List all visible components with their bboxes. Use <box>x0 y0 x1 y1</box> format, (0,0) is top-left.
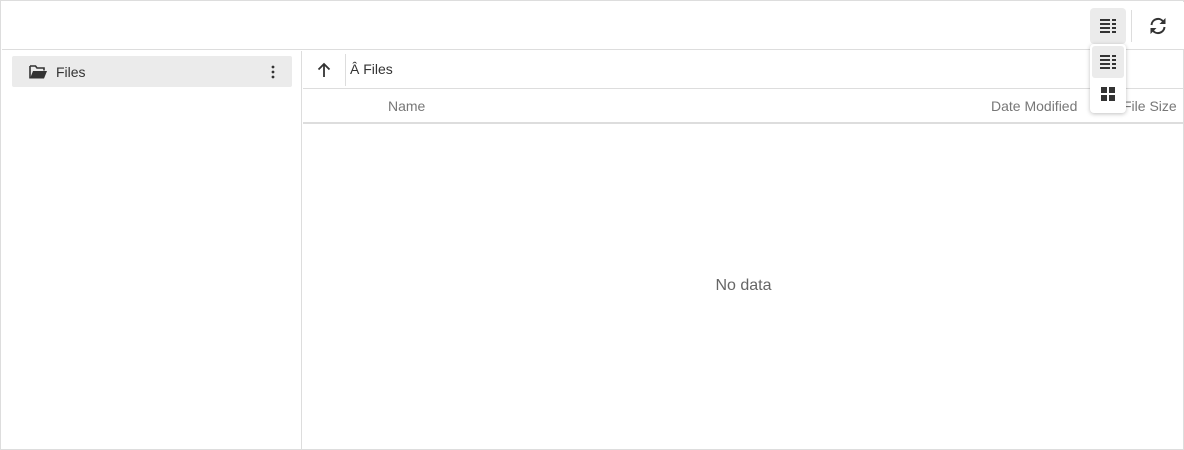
folder-open-icon <box>29 64 48 80</box>
column-date-modified[interactable]: Date Modified <box>991 98 1077 114</box>
file-manager: Files Â Files Name Date Modified File Si… <box>0 0 1184 450</box>
breadcrumb-path[interactable]: Â Files <box>350 61 393 77</box>
view-mode-button[interactable] <box>1090 8 1126 44</box>
view-mode-menu <box>1090 44 1126 113</box>
tree-item-files[interactable]: Files <box>12 56 292 87</box>
column-file-size[interactable]: File Size <box>1123 98 1177 114</box>
more-vertical-icon[interactable] <box>264 63 282 81</box>
navigation-tree: Files <box>2 51 302 450</box>
toolbar <box>2 2 1184 50</box>
details-view-icon <box>1100 55 1116 69</box>
arrow-up-icon <box>317 62 331 77</box>
toolbar-separator <box>1131 10 1132 42</box>
breadcrumb-separator <box>345 54 346 86</box>
thumbnails-view-icon <box>1101 87 1115 101</box>
menu-item-details-view[interactable] <box>1092 46 1124 78</box>
empty-message: No data <box>715 277 772 294</box>
navigate-up-button[interactable] <box>311 57 337 83</box>
column-name[interactable]: Name <box>388 98 425 114</box>
refresh-icon <box>1150 17 1166 35</box>
tree-item-label: Files <box>56 63 86 80</box>
menu-item-thumbnails-view[interactable] <box>1092 78 1124 110</box>
details-view-icon <box>1100 19 1116 33</box>
breadcrumb: Â Files <box>303 51 1184 89</box>
column-header: Name Date Modified File Size <box>303 89 1184 124</box>
refresh-button[interactable] <box>1140 8 1176 44</box>
